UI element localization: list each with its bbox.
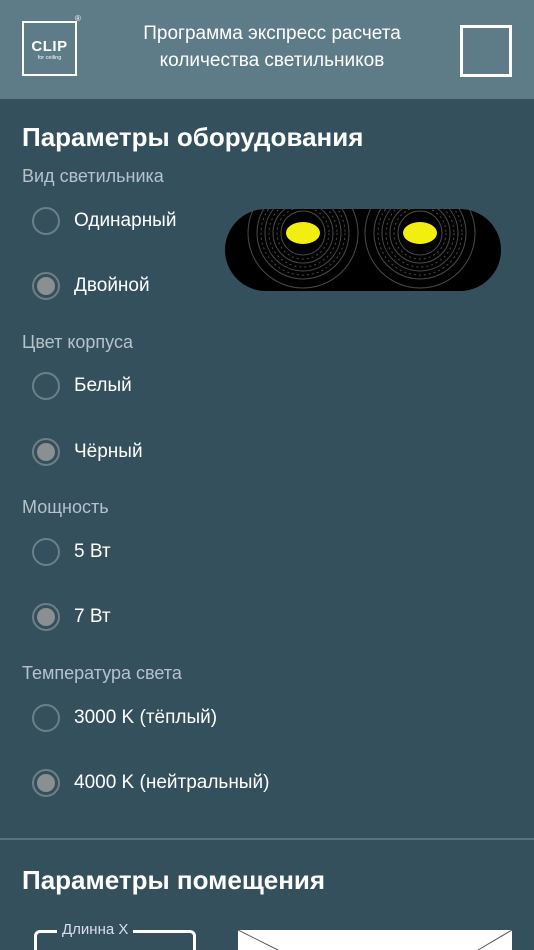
radio-power-5w[interactable]: 5 Вт bbox=[32, 534, 111, 570]
double-lamp-icon bbox=[224, 207, 502, 293]
radio-label: 5 Вт bbox=[74, 541, 111, 562]
radio-color-white[interactable]: Белый bbox=[32, 368, 132, 404]
title-line-1: Программа экспресс расчета bbox=[143, 23, 401, 44]
room-section-title: Параметры помещения bbox=[22, 865, 326, 895]
power-label: Мощность bbox=[22, 497, 109, 517]
radio-temp-4000[interactable]: 4000 K (нейтральный) bbox=[32, 765, 269, 801]
room-preview bbox=[238, 930, 512, 950]
app-header: CLIP for ceiling ® Программа экспресс ра… bbox=[0, 0, 534, 99]
radio-circle-checked[interactable] bbox=[32, 272, 60, 300]
length-x-input[interactable]: Длинна X bbox=[34, 921, 196, 950]
radio-label: 4000 K (нейтральный) bbox=[74, 772, 270, 793]
title-line-2: количества светильников bbox=[159, 50, 385, 71]
radio-label: Двойной bbox=[74, 275, 150, 296]
page-title: Программа экспресс расчета количества св… bbox=[100, 20, 444, 74]
radio-color-black[interactable]: Чёрный bbox=[32, 434, 143, 470]
radio-label: 7 Вт bbox=[74, 606, 111, 627]
radio-label: 3000 K (тёплый) bbox=[74, 707, 218, 728]
length-x-label: Длинна X bbox=[57, 921, 134, 938]
radio-circle-checked[interactable] bbox=[32, 603, 60, 631]
room-diagram-icon bbox=[238, 930, 512, 950]
radio-circle-checked[interactable] bbox=[32, 769, 60, 797]
radio-circle-checked[interactable] bbox=[32, 438, 60, 466]
radio-label: Чёрный bbox=[74, 441, 143, 462]
logo-text: CLIP bbox=[31, 38, 68, 55]
equipment-section-title: Параметры оборудования bbox=[22, 122, 364, 152]
radio-circle[interactable] bbox=[32, 704, 60, 732]
radio-lamp-double[interactable]: Двойной bbox=[32, 268, 150, 304]
temperature-label: Температура света bbox=[22, 663, 182, 683]
lamp-type-label: Вид светильника bbox=[22, 166, 164, 186]
section-divider bbox=[0, 838, 534, 840]
radio-label: Одинарный bbox=[74, 210, 177, 231]
radio-power-7w[interactable]: 7 Вт bbox=[32, 599, 111, 635]
radio-temp-3000[interactable]: 3000 K (тёплый) bbox=[32, 700, 217, 736]
menu-button[interactable] bbox=[460, 25, 512, 77]
radio-circle[interactable] bbox=[32, 207, 60, 235]
radio-circle[interactable] bbox=[32, 538, 60, 566]
body-color-label: Цвет корпуса bbox=[22, 332, 133, 352]
logo-subtext: for ceiling bbox=[37, 55, 62, 61]
radio-circle[interactable] bbox=[32, 372, 60, 400]
clip-logo: CLIP for ceiling bbox=[22, 21, 77, 76]
radio-label: Белый bbox=[74, 375, 132, 396]
radio-lamp-single[interactable]: Одинарный bbox=[32, 203, 176, 239]
registered-mark: ® bbox=[75, 14, 81, 23]
